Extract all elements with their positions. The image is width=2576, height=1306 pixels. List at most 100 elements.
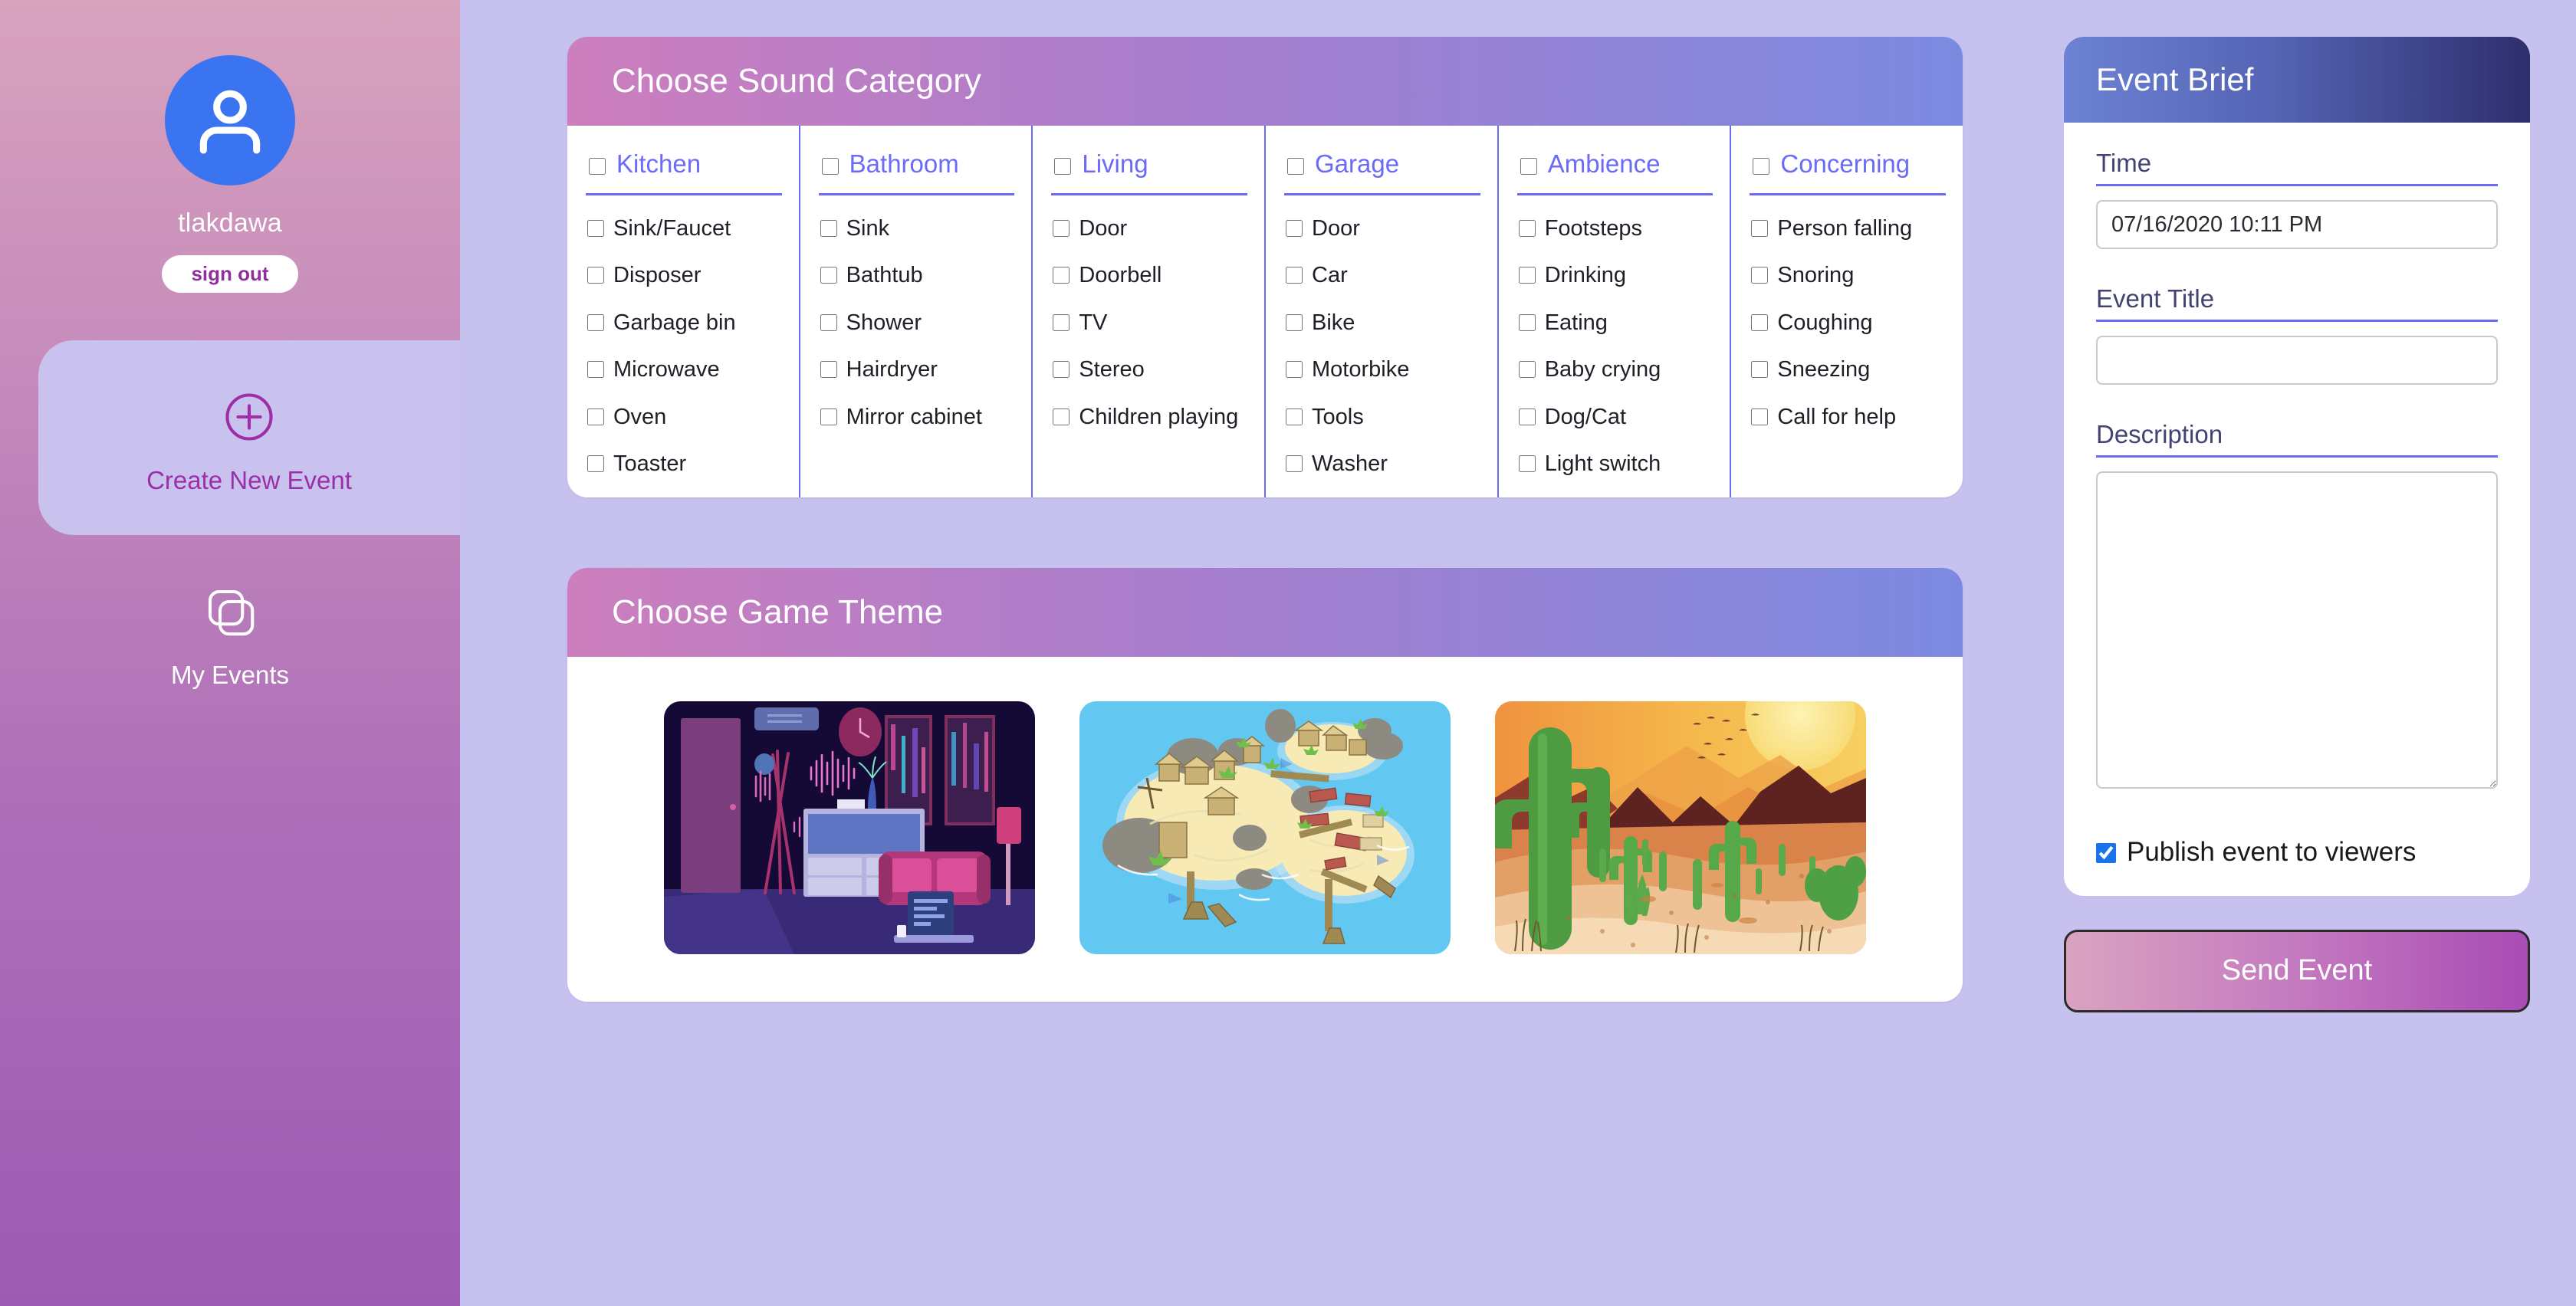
sound-checkbox[interactable] [587,220,604,237]
send-event-button[interactable]: Send Event [2064,929,2530,1012]
sign-out-button[interactable]: sign out [162,255,298,293]
list-item[interactable]: Microwave [587,356,784,383]
category-checkbox-kitchen[interactable] [589,158,606,175]
event-title-input[interactable] [2096,336,2498,385]
list-item[interactable]: Toaster [587,451,784,477]
sound-checkbox[interactable] [1751,361,1769,379]
sound-checkbox[interactable] [1518,408,1536,425]
list-item[interactable]: Sink [820,215,1017,242]
sound-checkbox[interactable] [1518,454,1536,472]
sound-checkbox[interactable] [587,313,604,331]
sound-checkbox[interactable] [1053,267,1070,284]
list-item[interactable]: Washer [1286,451,1482,477]
sound-checkbox[interactable] [820,313,837,331]
tab-concerning[interactable]: Concerning [1731,144,1963,184]
sound-checkbox[interactable] [1053,408,1070,425]
tab-kitchen[interactable]: Kitchen [567,144,799,184]
sound-checkbox[interactable] [1286,408,1303,425]
tab-bathroom[interactable]: Bathroom [800,144,1032,184]
tab-living[interactable]: Living [1033,144,1264,184]
sound-checkbox[interactable] [587,454,604,472]
sound-checkbox[interactable] [1286,313,1303,331]
sound-checkbox[interactable] [1751,220,1769,237]
list-item[interactable]: Snoring [1751,262,1947,289]
list-item[interactable]: Eating [1518,310,1715,336]
list-item[interactable]: Car [1286,262,1482,289]
sound-checkbox[interactable] [1518,267,1536,284]
sound-checkbox[interactable] [1286,361,1303,379]
list-item[interactable]: Doorbell [1053,262,1249,289]
list-item[interactable]: Baby crying [1518,356,1715,383]
list-item[interactable]: Footsteps [1518,215,1715,242]
sound-label: Doorbell [1079,263,1162,288]
app-root: tlakdawa sign out Create New Event My Ev… [0,0,2576,1306]
list-item[interactable]: Person falling [1751,215,1947,242]
sound-checkbox[interactable] [820,267,837,284]
tab-ambience[interactable]: Ambience [1499,144,1730,184]
category-checkbox-ambience[interactable] [1520,158,1537,175]
sound-checkbox[interactable] [1518,361,1536,379]
list-item[interactable]: Sneezing [1751,356,1947,383]
sound-checkbox[interactable] [587,408,604,425]
category-label: Bathroom [849,149,959,178]
list-item[interactable]: Door [1053,215,1249,242]
list-item[interactable]: Stereo [1053,356,1249,383]
category-checkbox-bathroom[interactable] [821,158,839,175]
sound-label: Stereo [1079,357,1145,382]
description-textarea[interactable] [2096,471,2498,789]
sound-checkbox[interactable] [820,361,837,379]
list-item[interactable]: Light switch [1518,451,1715,477]
sound-label: Tools [1312,404,1364,429]
list-item[interactable]: Disposer [587,262,784,289]
sound-checkbox[interactable] [1286,267,1303,284]
sound-checkbox[interactable] [1751,408,1769,425]
tab-garage[interactable]: Garage [1266,144,1497,184]
list-item[interactable]: Call for help [1751,404,1947,431]
sound-label: Car [1312,263,1348,288]
list-item[interactable]: Door [1286,215,1482,242]
sidebar-item-create-new-event[interactable]: Create New Event [38,340,460,535]
list-item[interactable]: Bike [1286,310,1482,336]
sound-label: Baby crying [1544,357,1661,382]
sound-checkbox[interactable] [1286,220,1303,237]
time-input[interactable] [2096,200,2498,249]
list-item[interactable]: TV [1053,310,1249,336]
list-item[interactable]: Children playing [1053,404,1249,431]
sound-checkbox[interactable] [1053,220,1070,237]
list-item[interactable]: Hairdryer [820,356,1017,383]
sound-checkbox[interactable] [587,267,604,284]
theme-option-night-living-room[interactable] [664,701,1035,955]
publish-event-row[interactable]: Publish event to viewers [2096,835,2498,870]
sidebar-item-my-events[interactable]: My Events [0,535,460,730]
sound-checkbox[interactable] [1751,267,1769,284]
theme-option-desert-sunset[interactable] [1495,701,1866,955]
sound-checkbox[interactable] [1053,313,1070,331]
list-item[interactable]: Dog/Cat [1518,404,1715,431]
sound-label: Person falling [1777,216,1913,241]
list-item[interactable]: Motorbike [1286,356,1482,383]
list-item[interactable]: Garbage bin [587,310,784,336]
theme-option-island-village[interactable] [1079,701,1451,955]
list-item[interactable]: Bathtub [820,262,1017,289]
sound-checkbox[interactable] [820,220,837,237]
publish-event-checkbox[interactable] [2096,843,2116,863]
sound-checkbox[interactable] [1518,220,1536,237]
list-item[interactable]: Drinking [1518,262,1715,289]
list-item[interactable]: Shower [820,310,1017,336]
category-checkbox-living[interactable] [1054,158,1072,175]
sound-label: Light switch [1544,451,1661,476]
category-checkbox-concerning[interactable] [1753,158,1770,175]
sound-checkbox[interactable] [1751,313,1769,331]
sound-checkbox[interactable] [1053,361,1070,379]
list-item[interactable]: Coughing [1751,310,1947,336]
sound-checkbox[interactable] [820,408,837,425]
list-item[interactable]: Tools [1286,404,1482,431]
list-item[interactable]: Sink/Faucet [587,215,784,242]
sidebar-nav: Create New Event My Events [0,340,460,730]
list-item[interactable]: Oven [587,404,784,431]
sound-checkbox[interactable] [1518,313,1536,331]
list-item[interactable]: Mirror cabinet [820,404,1017,431]
category-checkbox-garage[interactable] [1287,158,1305,175]
sound-checkbox[interactable] [1286,454,1303,472]
sound-checkbox[interactable] [587,361,604,379]
